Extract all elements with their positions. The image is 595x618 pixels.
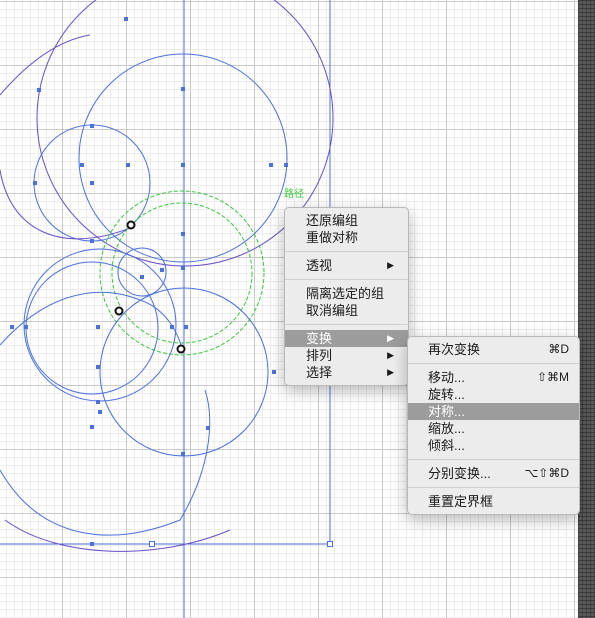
menu-item-label: 移动... [428,370,465,385]
anchor-point[interactable] [96,400,100,404]
transform-submenu: 再次变换 ⌘D 移动... ⇧⌘M 旋转... 对称... 缩放... 倾斜... 分别变换..… [407,336,580,515]
anchor-point[interactable] [206,426,210,430]
lower-left-arc [0,389,211,536]
menu-separator [285,324,408,325]
menu-item-label: 隔离选定的组 [306,286,385,301]
anchor-point[interactable] [98,410,102,414]
menu-item-label: 重置定界框 [428,494,494,509]
menu-separator [408,363,579,364]
menu-separator [408,487,579,488]
submenu-arrow-icon: ▶ [387,333,394,343]
menu-item-label: 分别变换... [428,466,491,481]
anchor-point[interactable] [181,452,185,456]
bounding-box-handle[interactable] [327,541,333,547]
anchor-point[interactable] [90,425,94,429]
anchor-point[interactable] [90,239,94,243]
anchor-point[interactable] [181,266,185,270]
menu-shortcut: ⇧⌘M [536,370,569,384]
transform-submenu-item[interactable]: 倾斜... [408,437,579,454]
context-menu-item[interactable]: 选择 ▶ [285,364,408,381]
context-menu-item[interactable]: 隔离选定的组 [285,285,408,302]
anchor-point[interactable] [181,87,185,91]
path-hint-label: 路径 [284,189,304,200]
menu-item-label: 重做对称 [306,230,359,245]
context-menu-item[interactable]: 取消编组 [285,302,408,319]
anchor-point[interactable] [37,88,41,92]
context-menu-item[interactable]: 重做对称 [285,229,408,246]
anchor-point[interactable] [33,181,37,185]
small-center-circle[interactable] [117,247,167,297]
menu-item-label: 旋转... [428,387,465,402]
submenu-arrow-icon: ▶ [387,350,394,360]
intersection-marker[interactable] [126,220,136,230]
transform-submenu-item[interactable]: 再次变换 ⌘D [408,341,579,358]
menu-shortcut: ⌘D [548,342,569,356]
intersection-marker[interactable] [114,306,124,316]
menu-item-label: 对称... [428,404,465,419]
anchor-point[interactable] [269,163,273,167]
transform-submenu-item[interactable]: 对称... [408,403,579,420]
anchor-point[interactable] [170,325,174,329]
menu-separator [408,459,579,460]
menu-item-label: 还原编组 [306,213,359,228]
context-menu-item[interactable]: 还原编组 [285,212,408,229]
anchor-point[interactable] [96,325,100,329]
anchor-point[interactable] [126,163,130,167]
anchor-point[interactable] [284,163,288,167]
anchor-point[interactable] [90,124,94,128]
right-panel-edge [578,0,595,618]
anchor-point[interactable] [160,268,164,272]
transform-submenu-item[interactable]: 重置定界框 [408,493,579,510]
anchor-point[interactable] [80,163,84,167]
context-menu-item[interactable]: 透视 ▶ [285,257,408,274]
menu-item-label: 倾斜... [428,438,465,453]
anchor-point[interactable] [124,17,128,21]
menu-item-label: 变换 [306,331,333,346]
bottom-arc [4,519,231,552]
context-menu: 还原编组重做对称透视 ▶ 隔离选定的组 取消编组变换 ▶ 排列 ▶ 选择 ▶ [284,207,409,386]
submenu-arrow-icon: ▶ [387,260,394,270]
bounding-box-handle[interactable] [149,541,155,547]
transform-submenu-item[interactable]: 旋转... [408,386,579,403]
left-arc-top [0,34,91,96]
anchor-point[interactable] [184,325,188,329]
transform-submenu-item[interactable]: 移动... ⇧⌘M [408,369,579,386]
anchor-point[interactable] [24,325,28,329]
menu-item-label: 透视 [306,258,333,273]
anchor-point[interactable] [181,232,185,236]
anchor-point[interactable] [90,542,94,546]
transform-submenu-item[interactable]: 缩放... [408,420,579,437]
submenu-arrow-icon: ▶ [387,367,394,377]
intersection-marker[interactable] [176,344,186,354]
anchor-point[interactable] [10,325,14,329]
menu-shortcut: ⌥⇧⌘D [524,466,569,480]
context-menu-item[interactable]: 变换 ▶ [285,330,408,347]
menu-separator [285,279,408,280]
anchor-point[interactable] [140,275,144,279]
anchor-point[interactable] [272,370,276,374]
menu-item-label: 缩放... [428,421,465,436]
anchor-point[interactable] [96,365,100,369]
transform-submenu-item[interactable]: 分别变换... ⌥⇧⌘D [408,465,579,482]
green-guide-circle-outer [99,190,265,356]
menu-item-label: 选择 [306,365,333,380]
menu-item-label: 再次变换 [428,342,481,357]
context-menu-item[interactable]: 排列 ▶ [285,347,408,364]
anchor-point[interactable] [181,163,185,167]
menu-separator [285,251,408,252]
anchor-point[interactable] [90,181,94,185]
menu-item-label: 排列 [306,348,333,363]
menu-item-label: 取消编组 [306,303,359,318]
upper-right-circle[interactable] [78,53,288,263]
